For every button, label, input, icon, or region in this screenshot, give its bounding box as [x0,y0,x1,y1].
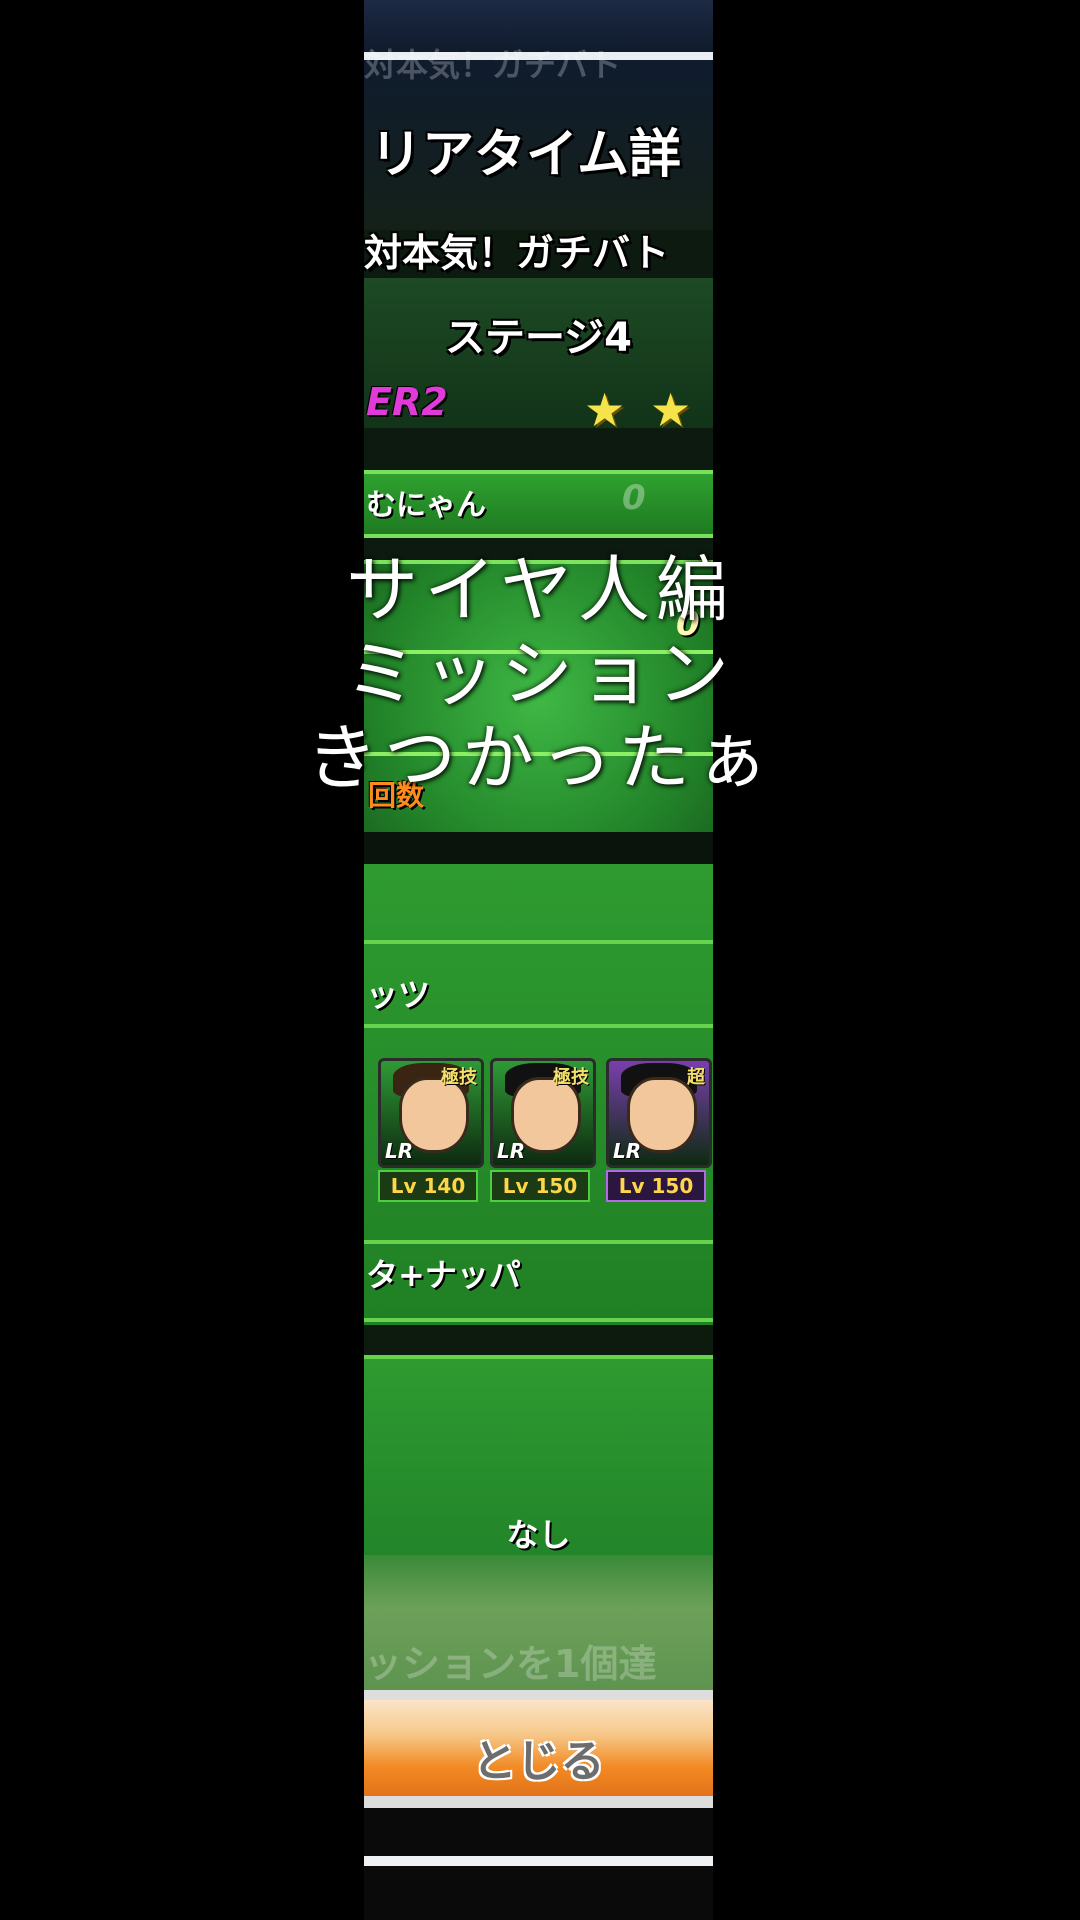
caption-line: サイヤ人編 [346,548,734,632]
team-name: ッツ [366,976,431,1014]
skill-badge: 超 [687,1067,705,1088]
stripe [364,1355,713,1359]
section-gap [364,1325,713,1355]
rarity-badge: LR [613,1139,642,1163]
stripe [364,1240,713,1244]
character-card[interactable]: 極技 LR [378,1058,484,1168]
level-badge: Lv 140 [378,1170,478,1202]
level-badge: Lv 150 [606,1170,706,1202]
star-icon: ★ [650,383,692,437]
mission-ghost-text: ッションを1個達 [364,1642,657,1686]
rarity-badge: LR [497,1139,526,1163]
stage-label: ステージ4 [444,315,633,361]
rarity-badge: LR [385,1139,414,1163]
star-icon: ★ [584,383,626,437]
stripe [364,1024,713,1028]
ghost-digit: 0 [622,478,646,518]
game-screen: 対本気！ガチバト リアタイム詳 対本気！ガチバト ステージ4 ER2 ★ ★ む… [364,0,713,1920]
level-badge: Lv 150 [490,1170,590,1202]
bottom-divider [364,1856,713,1866]
skill-badge: 極技 [441,1067,477,1088]
character-card[interactable]: 超 LR [606,1058,712,1168]
header-ghost-text: 対本気！ガチバト [364,46,621,84]
none-label: なし [506,1516,571,1554]
character-card[interactable]: 極技 LR [490,1058,596,1168]
page-title: リアタイム詳 [370,125,681,185]
difficulty-label: ER2 [366,380,448,424]
team-name-secondary: タ+ナッパ [366,1256,521,1294]
close-button-label: とじる [472,1736,605,1787]
event-subtitle: 対本気！ガチバト [364,231,670,275]
section-gap [364,832,713,864]
stripe [364,940,713,944]
skill-badge: 極技 [553,1067,589,1088]
stripe [364,1318,713,1322]
caption-line: きつかったぁ [305,716,774,800]
player-name: むにゃん [366,488,486,523]
caption-overlay: サイヤ人編 ミッション きつかったぁ [0,548,1080,800]
caption-line: ミッション [344,632,735,716]
